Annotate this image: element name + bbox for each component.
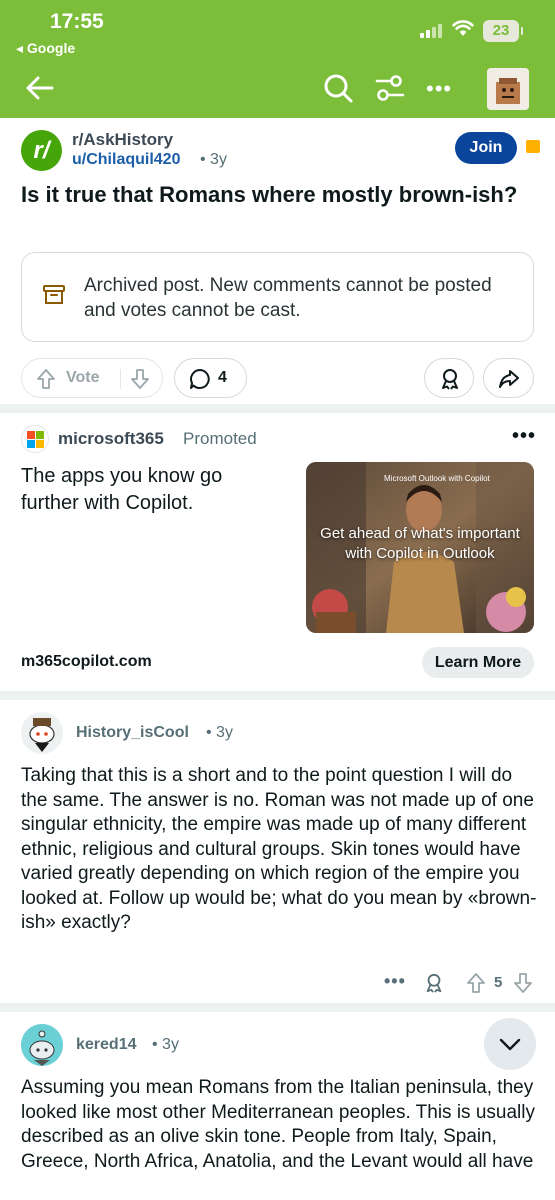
downvote-icon[interactable]: [513, 972, 533, 994]
ad-more-icon[interactable]: •••: [512, 425, 536, 448]
section-divider: [0, 1003, 555, 1012]
chevron-down-icon: [499, 1038, 521, 1051]
vote-divider: [120, 369, 121, 389]
share-button[interactable]: [483, 358, 534, 398]
promoted-ad[interactable]: microsoft365 Promoted ••• The apps you k…: [0, 413, 555, 691]
subreddit-icon[interactable]: r/: [21, 130, 62, 171]
search-icon[interactable]: [322, 72, 354, 104]
comment-more-icon[interactable]: •••: [384, 971, 406, 992]
comment-body: Taking that this is a short and to the p…: [21, 765, 537, 933]
signal-icon: [420, 22, 446, 38]
comment: History_isCool • 3y Taking that this is …: [0, 700, 555, 1000]
vote-label: Vote: [66, 369, 100, 386]
ad-headline[interactable]: The apps you know go further with Copilo…: [21, 463, 271, 517]
post-title: Is it true that Romans where mostly brow…: [21, 182, 518, 207]
comment-author[interactable]: kered14: [76, 1036, 137, 1054]
vote-control[interactable]: Vote: [21, 358, 163, 398]
battery-indicator: 23: [483, 20, 523, 42]
downvote-icon[interactable]: [130, 368, 150, 390]
comment-score: 5: [494, 974, 503, 991]
comment-age: • 3y: [152, 1036, 179, 1053]
commenter-avatar[interactable]: [21, 1024, 63, 1066]
comment: kered14 • 3y Assuming you mean Romans fr…: [0, 1012, 555, 1200]
post-age: • 3y: [200, 151, 227, 168]
collapse-comments-button[interactable]: [484, 1018, 536, 1070]
upvote-icon[interactable]: [466, 972, 486, 994]
ad-image[interactable]: Microsoft Outlook with Copilot Get ahead…: [306, 462, 534, 633]
subreddit-name[interactable]: r/AskHistory: [72, 130, 173, 150]
section-divider: [0, 691, 555, 700]
app-header: 17:55 ◂ Google 23 •••: [0, 0, 555, 118]
promoted-label: Promoted: [183, 429, 257, 448]
learn-more-button[interactable]: Learn More: [422, 647, 534, 678]
post-author[interactable]: u/Chilaquil420: [72, 151, 180, 169]
comment-icon: [190, 369, 210, 389]
back-to-app-link[interactable]: ◂ Google: [16, 40, 75, 57]
comment-author[interactable]: History_isCool: [76, 724, 189, 742]
sort-filter-icon[interactable]: [374, 72, 406, 104]
archived-notice: Archived post. New comments cannot be po…: [21, 252, 534, 342]
archived-notice-text: Archived post. New comments cannot be po…: [84, 275, 492, 321]
share-icon: [499, 370, 519, 388]
commenter-avatar[interactable]: [21, 712, 63, 754]
user-avatar[interactable]: [487, 68, 529, 110]
join-button[interactable]: Join: [455, 132, 517, 164]
wifi-icon: [452, 20, 474, 36]
comments-button[interactable]: 4: [174, 358, 247, 398]
award-icon: [442, 369, 458, 390]
archive-icon: [43, 285, 65, 304]
more-options-icon[interactable]: •••: [426, 78, 452, 100]
ad-url[interactable]: m365copilot.com: [21, 653, 152, 671]
comment-age: • 3y: [206, 724, 233, 741]
comment-count: 4: [218, 369, 227, 386]
comment-body: Assuming you mean Romans from the Italia…: [21, 1077, 535, 1172]
award-button[interactable]: [424, 358, 474, 398]
upvote-icon[interactable]: [36, 368, 56, 390]
advertiser-name[interactable]: microsoft365: [58, 429, 164, 449]
ad-image-caption: Get ahead of what's important with Copil…: [320, 525, 520, 562]
status-time: 17:55: [50, 10, 104, 33]
microsoft-logo-icon: [21, 425, 49, 453]
ad-image-brand: Microsoft Outlook with Copilot: [384, 474, 490, 483]
award-icon[interactable]: [424, 972, 444, 994]
section-divider: [0, 404, 555, 413]
archive-badge-icon: [526, 140, 540, 153]
back-arrow-icon[interactable]: [24, 72, 56, 104]
